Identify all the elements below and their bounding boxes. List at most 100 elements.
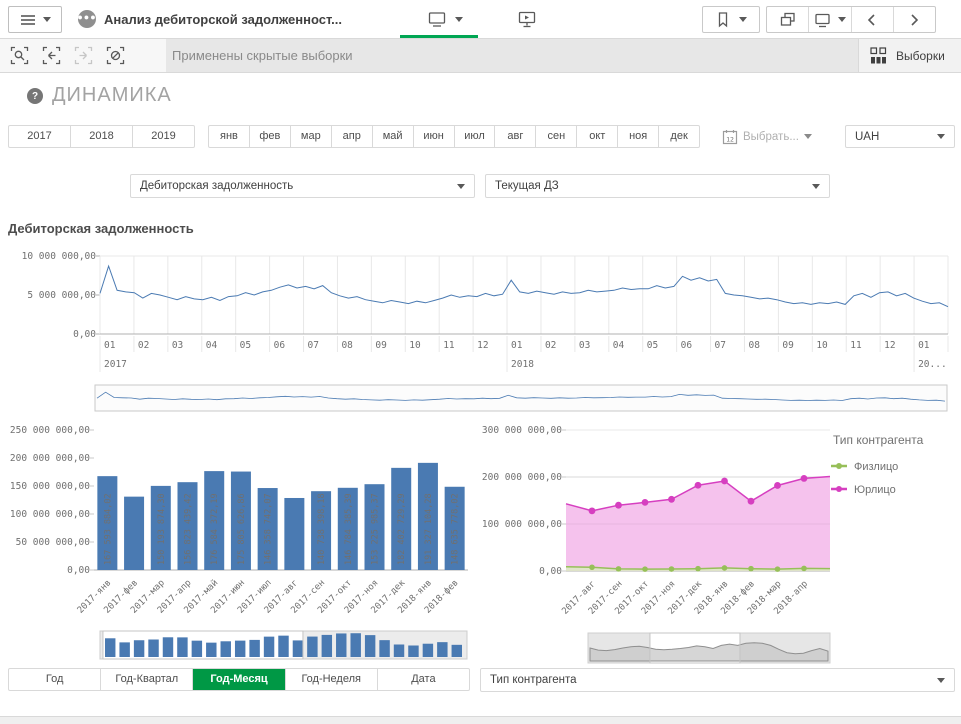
- data-point[interactable]: [801, 475, 808, 482]
- receivables-by-contractor-area-chart[interactable]: 300 000 000,00200 000 000,00100 000 000,…: [478, 420, 961, 665]
- chevron-left-icon: [865, 12, 879, 28]
- year-filter: 201720182019: [8, 125, 195, 148]
- month-cell-авг[interactable]: авг: [495, 126, 536, 147]
- month-cell-янв[interactable]: янв: [209, 126, 250, 147]
- next-sheet-button[interactable]: [894, 7, 935, 32]
- svg-text:12: 12: [477, 340, 488, 351]
- svg-text:150 193 874,30: 150 193 874,30: [157, 493, 167, 565]
- month-cell-апр[interactable]: апр: [332, 126, 373, 147]
- svg-text:12: 12: [726, 135, 734, 143]
- svg-text:200 000 000,00: 200 000 000,00: [10, 453, 90, 464]
- svg-text:10: 10: [409, 340, 421, 351]
- svg-text:07: 07: [308, 340, 319, 351]
- data-point[interactable]: [669, 566, 675, 572]
- month-cell-май[interactable]: май: [373, 126, 414, 147]
- data-point[interactable]: [801, 566, 807, 572]
- data-point[interactable]: [722, 565, 728, 571]
- selection-tools: [0, 39, 166, 72]
- svg-text:148 635 778,02: 148 635 778,02: [451, 493, 461, 565]
- month-cell-ноя[interactable]: ноя: [618, 126, 659, 147]
- line-series[interactable]: [100, 266, 948, 307]
- svg-text:200 000 000,00: 200 000 000,00: [482, 472, 562, 483]
- smart-search-icon[interactable]: [10, 46, 29, 65]
- contractor-type-dropdown[interactable]: Тип контрагента: [480, 668, 955, 692]
- receivables-daily-line-chart[interactable]: 10 000 000,005 000 000,000,0001020304050…: [8, 248, 953, 414]
- svg-text:191 327 104,28: 191 327 104,28: [424, 493, 434, 565]
- presentation-mode-button[interactable]: [512, 7, 542, 31]
- data-point[interactable]: [615, 502, 622, 509]
- tab-Год[interactable]: Год: [9, 669, 101, 690]
- bar-2017-фев[interactable]: [124, 497, 144, 570]
- data-point[interactable]: [589, 507, 596, 514]
- data-point[interactable]: [589, 564, 595, 570]
- month-cell-июн[interactable]: июн: [414, 126, 455, 147]
- svg-text:150 000 000,00: 150 000 000,00: [10, 481, 90, 492]
- tab-Год-Квартал[interactable]: Год-Квартал: [101, 669, 193, 690]
- svg-text:146 784 385,39: 146 784 385,39: [344, 493, 354, 565]
- svg-text:01: 01: [918, 340, 930, 351]
- year-cell-2019[interactable]: 2019: [133, 126, 194, 147]
- svg-text:250 000 000,00: 250 000 000,00: [10, 425, 90, 436]
- previous-sheet-button[interactable]: [852, 7, 894, 32]
- currency-value: UAH: [855, 131, 879, 143]
- tab-Год-Неделя[interactable]: Год-Неделя: [286, 669, 378, 690]
- data-point[interactable]: [775, 566, 781, 572]
- data-point[interactable]: [721, 478, 728, 485]
- data-point[interactable]: [642, 566, 648, 572]
- svg-text:2018: 2018: [511, 359, 534, 370]
- selections-tool-button[interactable]: Выборки: [858, 39, 961, 72]
- tab-Год-Месяц[interactable]: Год-Месяц: [193, 669, 285, 690]
- legend-item-Физлицо[interactable]: Физлицо: [854, 461, 898, 473]
- year-cell-2017[interactable]: 2017: [9, 126, 71, 147]
- svg-text:146 358 742,07: 146 358 742,07: [264, 493, 274, 565]
- month-cell-июл[interactable]: июл: [455, 126, 496, 147]
- measure-dropdown[interactable]: Дебиторская задолженность: [130, 174, 475, 198]
- data-point[interactable]: [668, 496, 675, 503]
- receivables-monthly-bar-chart[interactable]: 250 000 000,00 200 000 000,00 150 000 000,…: [8, 420, 474, 665]
- bookmarks-button[interactable]: [702, 6, 760, 33]
- step-forward-icon[interactable]: [74, 46, 93, 65]
- data-point[interactable]: [695, 566, 701, 572]
- global-menu-button[interactable]: [8, 6, 62, 33]
- svg-text:140 738 398,18: 140 738 398,18: [317, 493, 327, 565]
- app-thumbnail-icon[interactable]: ●●●: [78, 10, 96, 28]
- svg-text:300 000 000,00: 300 000 000,00: [482, 425, 562, 436]
- month-cell-дек[interactable]: дек: [659, 126, 699, 147]
- sheet-view-dropdown[interactable]: [809, 7, 851, 32]
- data-point[interactable]: [748, 498, 755, 505]
- data-point[interactable]: [748, 566, 754, 572]
- data-point[interactable]: [774, 482, 781, 489]
- svg-text:06: 06: [681, 340, 693, 351]
- month-cell-фев[interactable]: фев: [250, 126, 291, 147]
- data-point[interactable]: [616, 566, 622, 572]
- selections-label: Выборки: [896, 49, 945, 63]
- year-cell-2018[interactable]: 2018: [71, 126, 133, 147]
- svg-text:2017: 2017: [104, 359, 127, 370]
- date-picker-button[interactable]: 12 Выбрать...: [722, 125, 826, 148]
- currency-dropdown[interactable]: UAH: [845, 125, 955, 148]
- chevron-down-icon: [457, 184, 465, 189]
- data-point[interactable]: [642, 499, 649, 506]
- month-cell-сен[interactable]: сен: [536, 126, 577, 147]
- tab-Дата[interactable]: Дата: [378, 669, 469, 690]
- chevron-down-icon: [455, 17, 463, 22]
- legend-item-Юрлицо[interactable]: Юрлицо: [854, 484, 896, 496]
- svg-text:10 000 000,00: 10 000 000,00: [22, 251, 97, 262]
- step-back-icon[interactable]: [42, 46, 61, 65]
- sheet-icon: [814, 12, 832, 28]
- help-icon[interactable]: ?: [27, 88, 43, 104]
- data-point[interactable]: [695, 482, 702, 489]
- svg-text:06: 06: [274, 340, 286, 351]
- sheet-selector-button[interactable]: [414, 7, 476, 31]
- sheet-icon: [427, 10, 447, 28]
- bar-2017-авг[interactable]: [284, 498, 304, 570]
- month-cell-окт[interactable]: окт: [577, 126, 618, 147]
- month-cell-мар[interactable]: мар: [291, 126, 332, 147]
- svg-text:167 593 884,02: 167 593 884,02: [103, 493, 113, 565]
- submeasure-dropdown[interactable]: Текущая ДЗ: [485, 174, 830, 198]
- clear-selections-icon[interactable]: [106, 46, 125, 65]
- sheet-navigation-group: [766, 6, 936, 33]
- svg-text:12: 12: [884, 340, 895, 351]
- bookmark-icon: [715, 11, 731, 28]
- duplicate-sheet-button[interactable]: [767, 7, 809, 32]
